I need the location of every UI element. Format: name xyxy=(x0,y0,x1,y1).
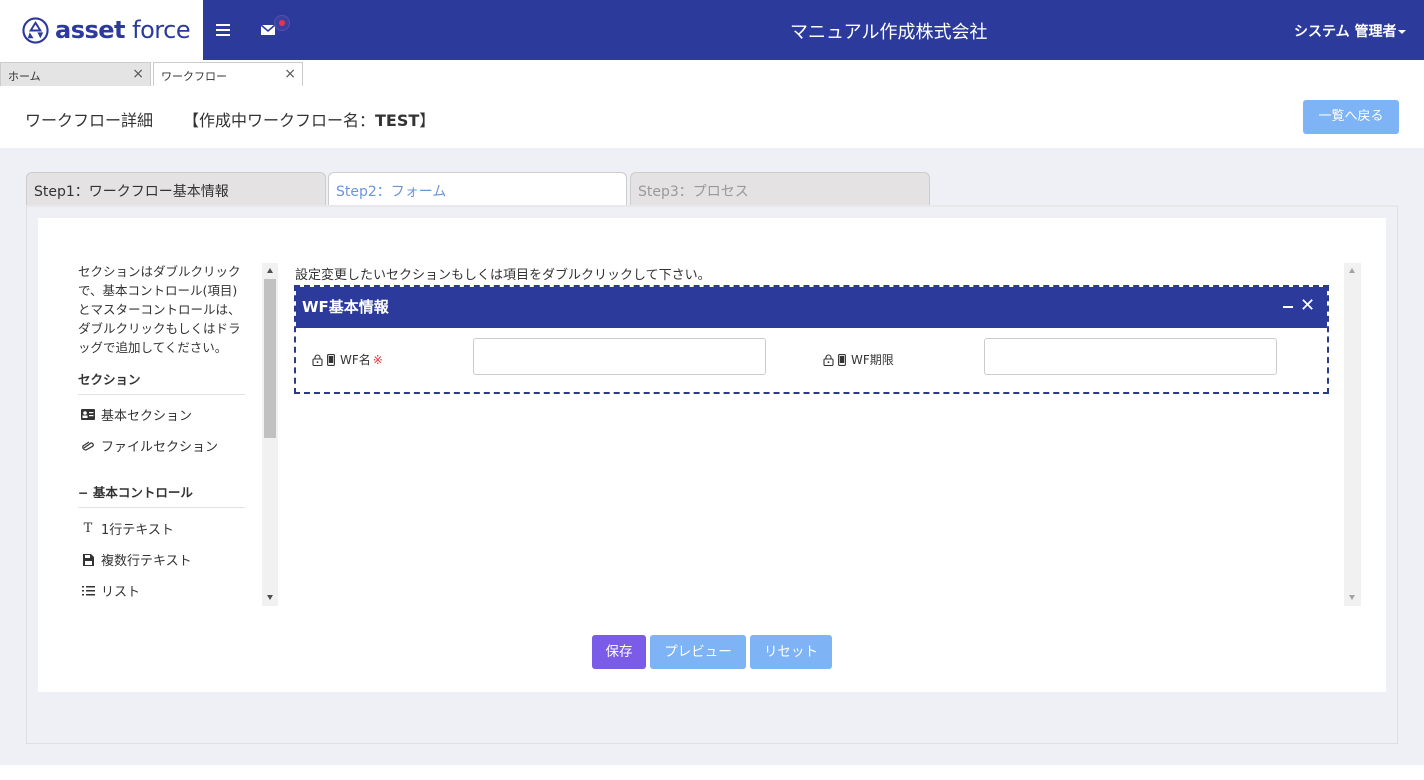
paperclip-icon xyxy=(80,439,96,453)
close-icon[interactable]: × xyxy=(132,67,144,81)
wf-deadline-input[interactable] xyxy=(984,338,1277,375)
wf-name-input[interactable] xyxy=(473,338,766,375)
step3-tab[interactable]: Step3：プロセス xyxy=(630,172,930,205)
hamburger-menu-icon[interactable] xyxy=(216,20,232,40)
field-label-wf-name: WF名 ※ xyxy=(312,351,383,368)
form-scrollbar[interactable] xyxy=(1344,263,1361,606)
list-icon xyxy=(80,584,96,598)
instruction-text: 設定変更したいセクションもしくは項目をダブルクリックして下さい。 xyxy=(295,268,711,283)
help-text: セクションはダブルクリックで、基本コントロール(項目)とマスターコントロールは、… xyxy=(78,264,241,355)
field-label-wf-deadline: WF期限 xyxy=(823,351,894,368)
palette-single-line-text[interactable]: T 1行テキスト xyxy=(80,519,174,538)
step2-tab[interactable]: Step2：フォーム xyxy=(328,172,627,205)
back-to-list-button[interactable]: 一覧へ戻る xyxy=(1303,100,1399,134)
tab-workflow[interactable]: ワークフロー × xyxy=(153,62,303,86)
close-icon[interactable]: ✕ xyxy=(1300,296,1315,316)
palette-item-label: リスト xyxy=(101,585,141,600)
section-title: WF基本情報 xyxy=(302,298,389,316)
lock-icon xyxy=(312,353,323,366)
palette-item-label: 1行テキスト xyxy=(101,523,174,538)
id-card-icon xyxy=(80,408,96,422)
scrollbar-thumb[interactable] xyxy=(264,279,276,438)
workflow-name-label: 【作成中ワークフロー名：TEST】 xyxy=(183,111,436,130)
preview-button[interactable]: プレビュー xyxy=(650,635,746,669)
user-name: システム 管理者 xyxy=(1294,24,1397,40)
user-menu[interactable]: システム 管理者 xyxy=(1294,21,1407,41)
palette-item-label: 複数行テキスト xyxy=(101,554,192,569)
title-bar: ワークフロー詳細 【作成中ワークフロー名：TEST】 一覧へ戻る xyxy=(0,86,1424,148)
notification-badge xyxy=(274,15,290,31)
required-mark: ※ xyxy=(372,352,383,367)
section-heading: セクション xyxy=(78,369,245,395)
scroll-down-arrow-icon[interactable] xyxy=(267,595,273,600)
reset-button[interactable]: リセット xyxy=(750,635,832,669)
lock-icon xyxy=(823,353,834,366)
collapse-minus-icon: − xyxy=(78,485,93,500)
workflow-name: TEST xyxy=(375,111,420,130)
caret-down-icon xyxy=(1398,30,1407,34)
section-header[interactable]: WF基本情報 ✕ xyxy=(296,287,1327,328)
palette-item-label: 基本セクション xyxy=(101,409,193,424)
minimize-icon[interactable] xyxy=(1283,306,1293,308)
scroll-up-arrow-icon[interactable] xyxy=(267,268,273,273)
controls-heading[interactable]: − 基本コントロール xyxy=(78,482,245,508)
logo[interactable]: asset force xyxy=(0,0,203,60)
logo-text: asset force xyxy=(55,16,191,44)
close-icon[interactable]: × xyxy=(284,67,296,81)
scroll-up-arrow-icon[interactable] xyxy=(1349,268,1355,273)
mobile-icon xyxy=(838,353,846,366)
footer-strip xyxy=(0,765,1424,780)
palette-basic-section[interactable]: 基本セクション xyxy=(80,405,192,424)
save-file-icon xyxy=(80,553,96,567)
palette-scrollbar[interactable] xyxy=(262,263,278,606)
mobile-icon xyxy=(327,353,335,366)
scroll-down-arrow-icon[interactable] xyxy=(1349,595,1355,600)
save-button[interactable]: 保存 xyxy=(592,635,646,669)
palette-list[interactable]: リスト xyxy=(80,581,140,600)
tab-label: ワークフロー xyxy=(161,70,227,83)
tab-strip: ホーム × ワークフロー × xyxy=(0,60,1424,86)
app-header: asset force マニュアル作成株式会社 システム 管理者 xyxy=(0,0,1424,60)
step1-tab[interactable]: Step1：ワークフロー基本情報 xyxy=(26,172,326,205)
palette-item-label: ファイルセクション xyxy=(101,440,219,455)
palette-multi-line-text[interactable]: 複数行テキスト xyxy=(80,550,192,569)
tab-home[interactable]: ホーム × xyxy=(0,62,151,86)
palette-file-section[interactable]: ファイルセクション xyxy=(80,436,218,455)
recycle-logo-icon xyxy=(22,16,49,44)
tab-label: ホーム xyxy=(8,70,41,83)
text-icon: T xyxy=(83,521,93,536)
page-title: ワークフロー詳細 xyxy=(25,111,154,130)
